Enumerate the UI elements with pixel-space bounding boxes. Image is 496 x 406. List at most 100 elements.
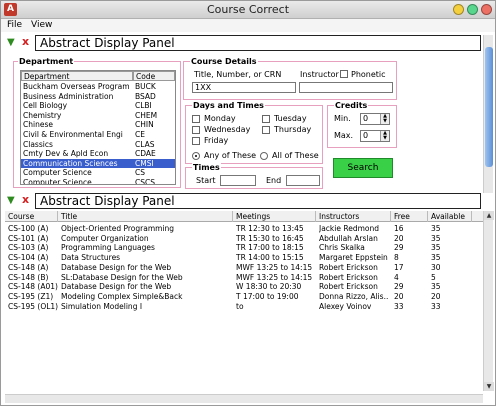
course-details-group: Course Details Title, Number, or CRN 1XX… [183, 57, 397, 100]
col-instructors-header[interactable]: Instructors [319, 212, 359, 221]
department-list-item[interactable]: Communication Sciences CMSI [21, 158, 175, 168]
col-divider[interactable] [427, 211, 428, 222]
top-scroll-thumb[interactable] [485, 47, 493, 167]
department-listbox[interactable]: Department Code Buckham Overseas Program… [20, 70, 176, 185]
start-time-input[interactable] [220, 175, 256, 186]
times-group: Times Start End [185, 163, 323, 189]
col-divider[interactable] [390, 211, 391, 222]
title-number-crn-input[interactable]: 1XX [192, 82, 296, 93]
department-list-item[interactable]: Cmty Dev & Apld Econ CDAE [21, 149, 175, 158]
department-list-item[interactable]: Civil & Environmental Engi CE [21, 130, 175, 139]
course-cell: CS-101 (A) [8, 233, 49, 243]
department-list-item[interactable]: Classics CLAS [21, 140, 175, 149]
col-divider[interactable] [315, 211, 316, 222]
department-list-item[interactable]: Buckham Overseas Program BUCK [21, 82, 175, 91]
department-name: Civil & Environmental Engi [23, 130, 123, 139]
menu-file[interactable]: File [7, 20, 22, 30]
menu-view[interactable]: View [31, 20, 52, 30]
col-course-header[interactable]: Course [8, 212, 34, 221]
available-cell: 5 [431, 272, 436, 282]
credits-min-value: 0 [363, 114, 369, 123]
maximize-button[interactable] [467, 4, 478, 15]
table-row[interactable]: CS-148 (A) Database Design for the Web MWF… [5, 263, 483, 272]
available-cell: 33 [431, 301, 441, 311]
phonetic-checkbox[interactable] [340, 70, 348, 78]
department-list-item[interactable]: Cell Biology CLBI [21, 101, 175, 110]
department-code: CLAS [135, 139, 155, 149]
instructors-cell: Chris Skalka [319, 243, 365, 253]
window-title: Course Correct [206, 3, 290, 16]
search-button[interactable]: Search [333, 158, 393, 178]
credits-max-spinner[interactable]: 0 ▲ ▼ [360, 130, 390, 142]
department-col-name-header[interactable]: Department [21, 71, 133, 81]
table-row[interactable]: CS-148 (B) SL:Database Design for the Web… [5, 273, 483, 282]
start-label: Start [196, 176, 216, 185]
department-list-item[interactable]: Chemistry CHEM [21, 111, 175, 120]
scroll-up-icon[interactable]: ▲ [484, 211, 494, 220]
instructors-cell: Robert Erickson [319, 272, 378, 282]
col-title-header[interactable]: Title [61, 212, 77, 221]
any-of-these-radio[interactable] [192, 152, 200, 160]
department-name: Chinese [23, 120, 53, 130]
bottom-horizontal-scrollbar[interactable] [5, 394, 483, 403]
title-cell: Data Structures [61, 253, 121, 263]
times-label: Times [192, 163, 221, 172]
credits-min-spinner[interactable]: 0 ▲ ▼ [360, 113, 390, 125]
meetings-cell: TR 14:00 to 15:15 [236, 253, 304, 263]
col-divider[interactable] [57, 211, 58, 222]
wednesday-label: Wednesday [204, 125, 251, 134]
department-code: BUCK [135, 82, 156, 91]
table-row[interactable]: CS-103 (A) Programming Languages TR 17:00 … [5, 243, 483, 252]
department-list-item[interactable]: Computer Science CS [21, 168, 175, 177]
scroll-down-icon[interactable]: ▼ [484, 382, 494, 391]
table-row[interactable]: CS-100 (A) Object-Oriented Programming TR … [5, 224, 483, 233]
collapse-arrow-icon[interactable]: ▼ [7, 195, 15, 206]
monday-checkbox[interactable] [192, 115, 200, 123]
top-vertical-scrollbar[interactable] [483, 35, 493, 193]
instructors-cell: Donna Rizzo, Alis... [319, 291, 389, 301]
all-of-these-radio[interactable] [260, 152, 268, 160]
collapse-arrow-icon[interactable]: ▼ [7, 37, 15, 48]
monday-label: Monday [204, 114, 236, 123]
col-available-header[interactable]: Available [431, 212, 465, 221]
thursday-checkbox[interactable] [262, 126, 270, 134]
minimize-button[interactable] [453, 4, 464, 15]
table-row[interactable]: CS-104 (A) Data Structures TR 14:00 to 15:… [5, 253, 483, 262]
friday-checkbox[interactable] [192, 137, 200, 145]
department-code: CDAE [135, 149, 156, 159]
end-time-input[interactable] [286, 175, 320, 186]
department-list-item[interactable]: Computer Science CSCS [21, 178, 175, 185]
bottom-vertical-scrollbar[interactable]: ▲ ▼ [483, 211, 494, 391]
col-meetings-header[interactable]: Meetings [236, 212, 270, 221]
col-divider[interactable] [471, 211, 472, 222]
close-panel-icon[interactable]: x [22, 193, 29, 206]
department-col-code-header[interactable]: Code [133, 71, 175, 81]
department-list-item[interactable]: Chinese CHIN [21, 120, 175, 129]
tuesday-label: Tuesday [274, 114, 307, 123]
instructor-input[interactable] [299, 82, 393, 93]
available-cell: 35 [431, 243, 441, 253]
top-panel-title: Abstract Display Panel [35, 35, 481, 51]
table-row[interactable]: CS-195 (OL1) Simulation Modeling I to Alexe… [5, 302, 483, 311]
tuesday-checkbox[interactable] [262, 115, 270, 123]
table-row[interactable]: CS-195 (Z1) Modeling Complex Simple&Back T… [5, 292, 483, 301]
close-panel-icon[interactable]: x [22, 35, 29, 48]
department-group-label: Department [18, 57, 75, 66]
available-cell: 35 [431, 224, 441, 233]
department-name: Computer Science [23, 178, 92, 185]
department-list-item[interactable]: Business Administration BSAD [21, 92, 175, 101]
close-button[interactable] [481, 4, 492, 15]
all-of-these-label: All of These [272, 151, 319, 160]
credits-min-updown-icon[interactable]: ▲ ▼ [380, 114, 389, 124]
col-free-header[interactable]: Free [394, 212, 410, 221]
wednesday-checkbox[interactable] [192, 126, 200, 134]
menu-bar: File View [1, 19, 495, 32]
meetings-cell: TR 17:00 to 18:15 [236, 243, 304, 253]
credits-max-updown-icon[interactable]: ▲ ▼ [380, 131, 389, 141]
table-row[interactable]: CS-148 (A01) Database Design for the Web W… [5, 282, 483, 291]
department-code: BSAD [135, 91, 156, 101]
col-divider[interactable] [232, 211, 233, 222]
table-row[interactable]: CS-101 (A) Computer Organization TR 15:30 … [5, 234, 483, 243]
results-table-header: Course Title Meetings Instructors Free A… [5, 211, 483, 222]
department-name: Classics [23, 139, 53, 149]
